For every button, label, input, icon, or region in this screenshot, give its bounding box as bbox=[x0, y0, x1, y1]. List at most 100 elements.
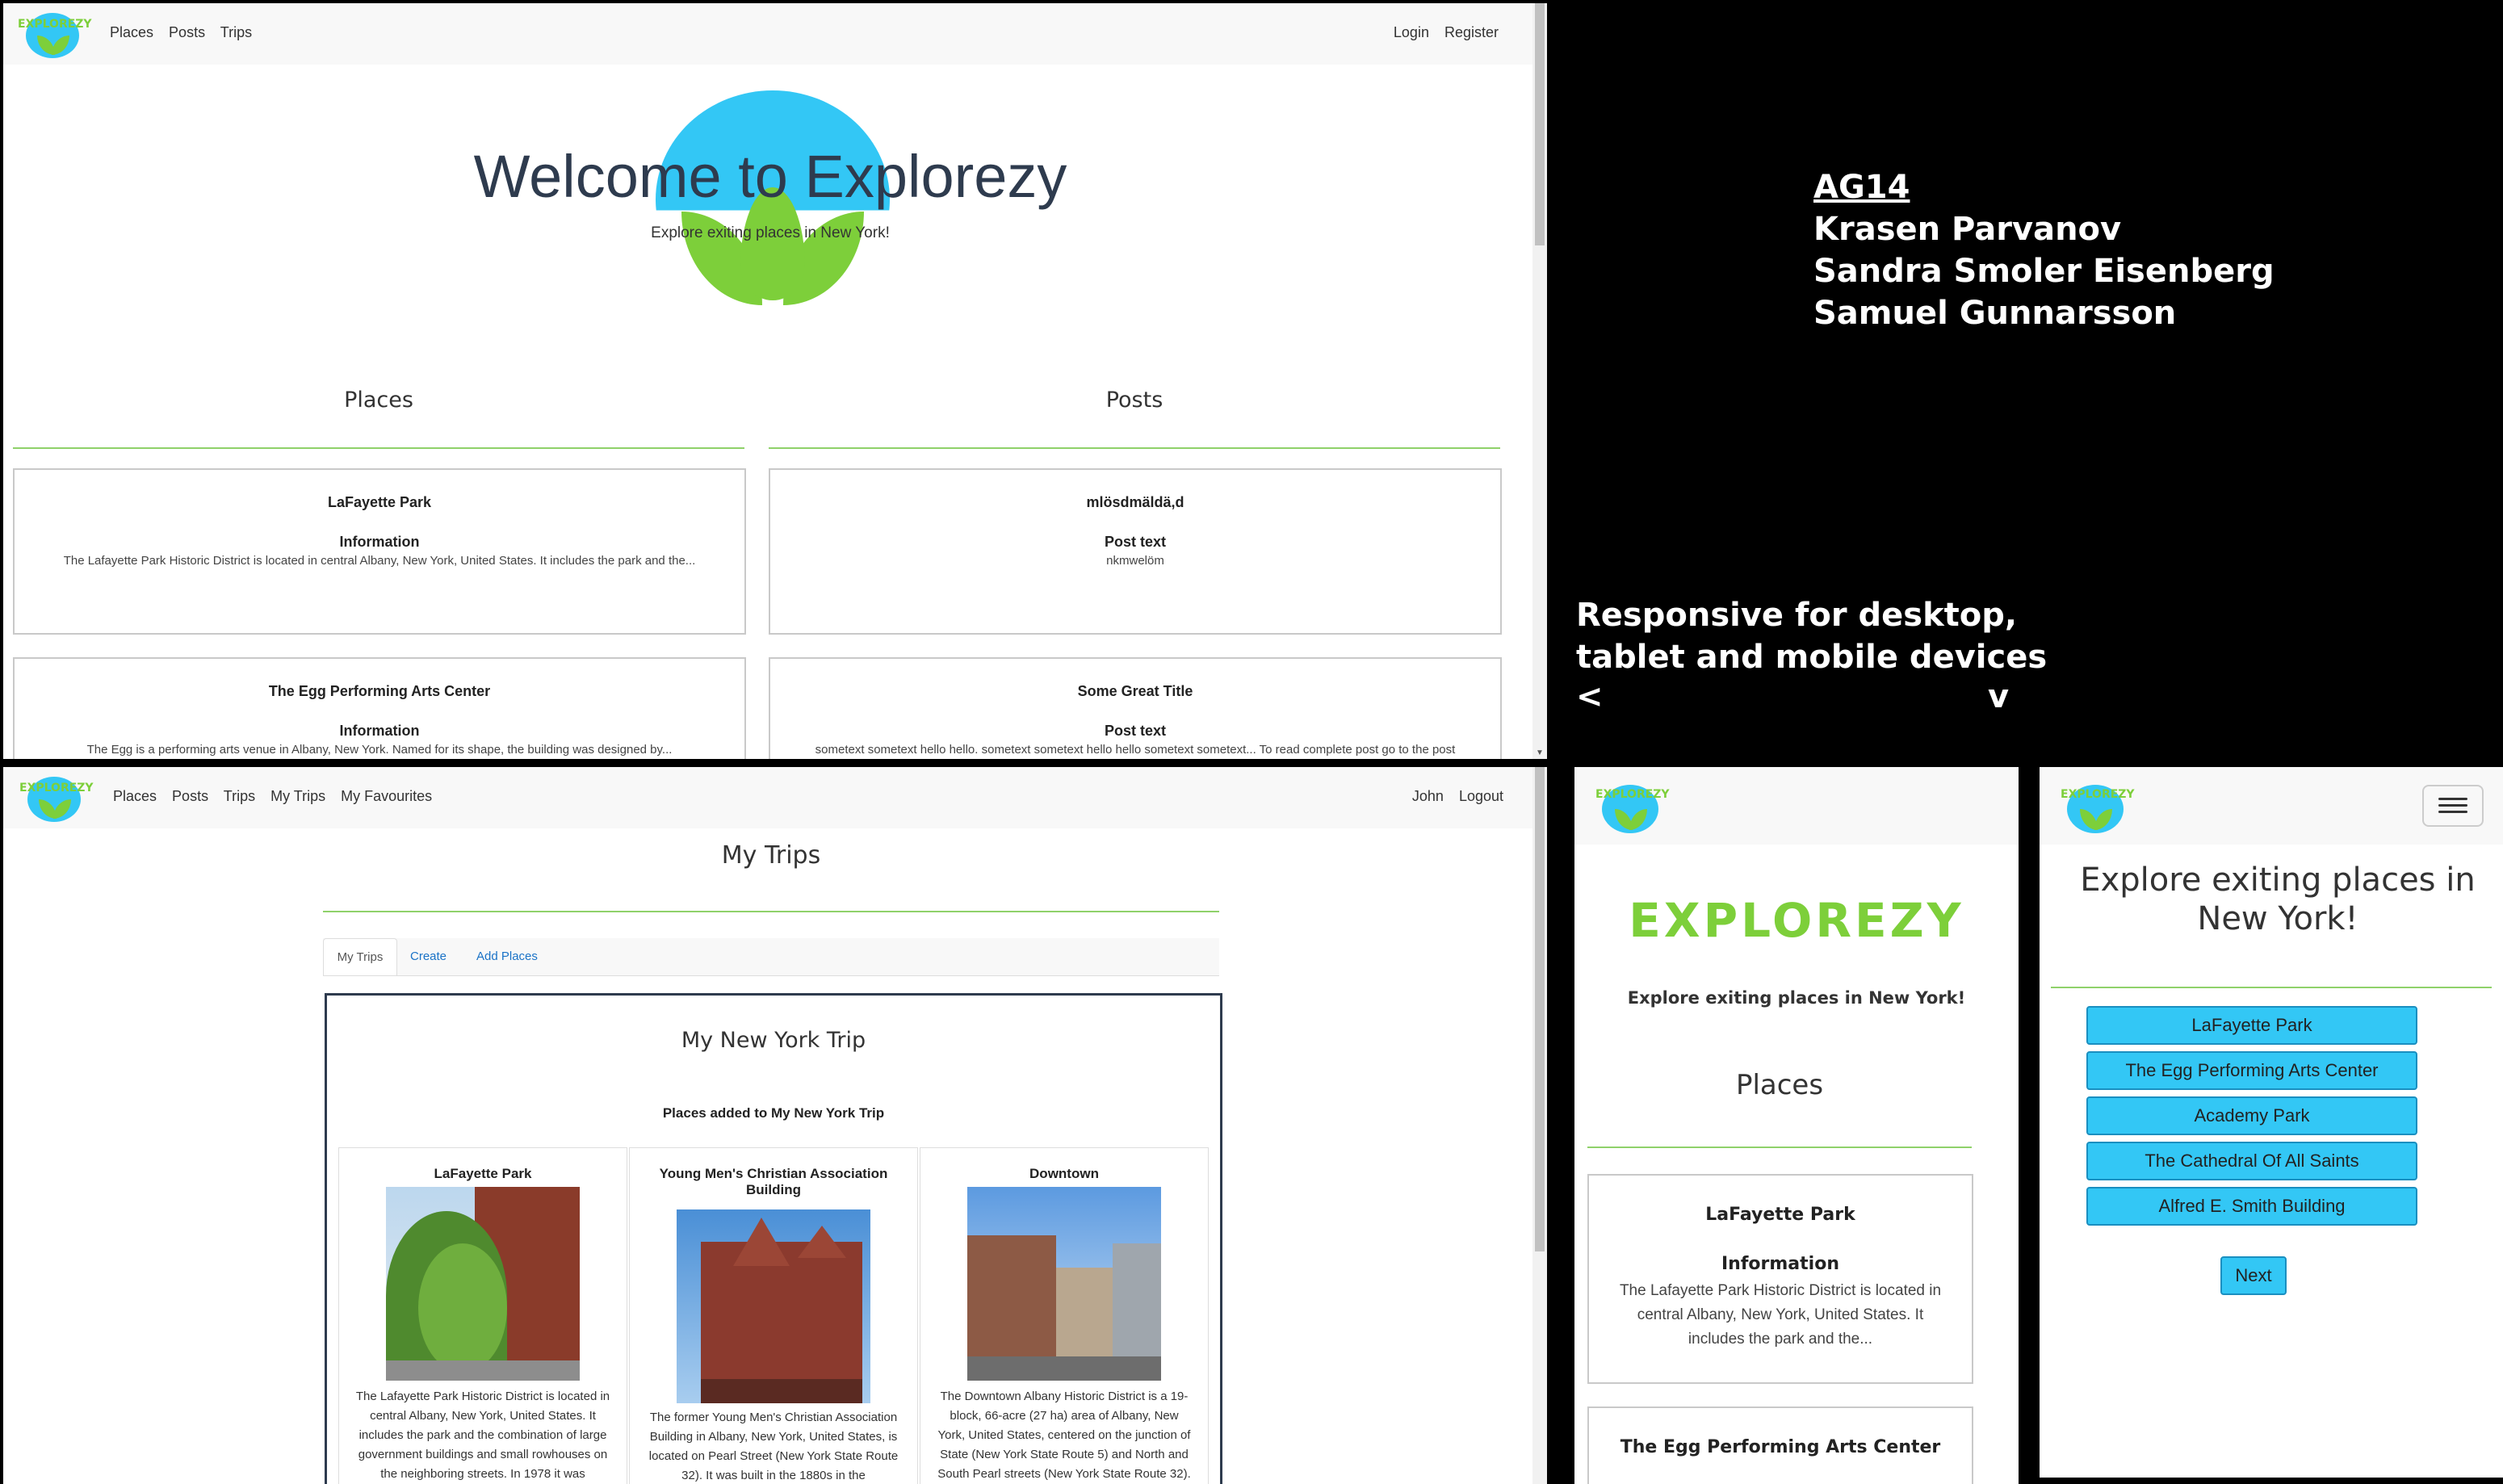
logo-text: EXPLOREZY bbox=[1595, 788, 1670, 801]
place-card[interactable]: The Egg Performing Arts Center bbox=[1587, 1406, 1973, 1484]
card-text: The Lafayette Park Historic District is … bbox=[1619, 1282, 1942, 1348]
trip-place-title: LaFayette Park bbox=[434, 1166, 532, 1181]
card-title: mlösdmäldä,d bbox=[1086, 494, 1184, 510]
card-label: Post text bbox=[1104, 534, 1167, 550]
title-divider bbox=[2051, 987, 2492, 988]
trip-place-card[interactable]: Young Men's Christian Association Buildi… bbox=[629, 1147, 918, 1484]
responsive-line: tablet and mobile devices bbox=[1576, 639, 2048, 676]
scrollbar-thumb[interactable] bbox=[1535, 3, 1545, 245]
card-label: Information bbox=[339, 723, 420, 739]
trip-place-card[interactable]: LaFayette Park The Lafayette Park Histor… bbox=[338, 1147, 627, 1484]
trip-place-title: Young Men's Christian Association Buildi… bbox=[659, 1166, 888, 1197]
group-id: AG14 bbox=[1813, 169, 1910, 206]
card-label: Information bbox=[1721, 1254, 1839, 1274]
desktop-home-panel: EXPLOREZY Places Posts Trips Login Regis… bbox=[3, 3, 1547, 759]
logo[interactable]: EXPLOREZY bbox=[1591, 780, 1671, 836]
nav-links: Places Posts Trips My Trips My Favourite… bbox=[113, 788, 432, 805]
responsive-line: Responsive for desktop, bbox=[1576, 597, 2018, 634]
trip-place-text: The former Young Men's Christian Associa… bbox=[648, 1411, 899, 1482]
card-text: nkmwelöm bbox=[1106, 554, 1164, 568]
trip-place-card[interactable]: Downtown The Downtown Albany Historic Di… bbox=[920, 1147, 1209, 1484]
member-name: Krasen Parvanov bbox=[1813, 211, 2122, 248]
trip-place-text: The Downtown Albany Historic District is… bbox=[937, 1390, 1191, 1481]
place-button[interactable]: The Egg Performing Arts Center bbox=[2086, 1051, 2417, 1090]
member-name: Samuel Gunnarsson bbox=[1813, 295, 2177, 332]
login-link[interactable]: Login bbox=[1394, 24, 1429, 40]
nav-right-links: Login Register bbox=[1394, 24, 1499, 41]
logo-text: EXPLOREZY bbox=[18, 18, 92, 31]
mobile-title: Explore exiting places in New York! bbox=[2080, 861, 2476, 937]
places-divider bbox=[1587, 1147, 1972, 1148]
nav-link-my-trips[interactable]: My Trips bbox=[270, 788, 325, 804]
credits: AG14 Krasen Parvanov Sandra Smoler Eisen… bbox=[1813, 166, 2275, 334]
scrollbar-thumb[interactable] bbox=[1535, 767, 1545, 1251]
arrow-left-icon: < bbox=[1576, 678, 1604, 715]
posts-heading: Posts bbox=[1105, 388, 1163, 413]
place-photo bbox=[677, 1209, 870, 1403]
place-button[interactable]: Academy Park bbox=[2086, 1096, 2417, 1135]
places-divider bbox=[13, 447, 744, 449]
post-card[interactable]: Some Great Title Post text sometext some… bbox=[769, 657, 1502, 759]
place-card[interactable]: LaFayette Park Information The Lafayette… bbox=[13, 468, 746, 635]
register-link[interactable]: Register bbox=[1444, 24, 1499, 40]
card-text: sometext sometext hello hello. sometext … bbox=[815, 743, 1456, 757]
card-title: LaFayette Park bbox=[327, 494, 432, 510]
navbar: EXPLOREZY bbox=[2040, 767, 2503, 845]
place-button[interactable]: Alfred E. Smith Building bbox=[2086, 1187, 2417, 1226]
scrollbar[interactable]: ▼ bbox=[1532, 3, 1547, 759]
brand-subtitle: Explore exiting places in New York! bbox=[1627, 988, 1966, 1008]
hero-subtitle: Explore exiting places in New York! bbox=[651, 224, 890, 241]
place-button[interactable]: LaFayette Park bbox=[2086, 1006, 2417, 1045]
scroll-down-arrow-icon[interactable]: ▼ bbox=[1536, 748, 1544, 757]
navbar: EXPLOREZY Places Posts Trips My Trips My… bbox=[3, 767, 1547, 828]
nav-link-trips[interactable]: Trips bbox=[224, 788, 255, 804]
tab-create[interactable]: Create bbox=[410, 938, 447, 975]
tab-add-places[interactable]: Add Places bbox=[476, 938, 538, 975]
card-title: The Egg Performing Arts Center bbox=[268, 683, 491, 699]
trip-place-title: Downtown bbox=[1029, 1166, 1099, 1181]
place-card[interactable]: LaFayette Park Information The Lafayette… bbox=[1587, 1174, 1973, 1384]
logo-text: EXPLOREZY bbox=[2061, 788, 2135, 801]
responsive-note: Responsive for desktop, tablet and mobil… bbox=[1576, 594, 2047, 678]
places-heading: Places bbox=[1735, 1069, 1824, 1101]
place-photo bbox=[967, 1187, 1161, 1381]
nav-link-my-favourites[interactable]: My Favourites bbox=[341, 788, 432, 804]
user-link[interactable]: John bbox=[1412, 788, 1444, 804]
card-title: Some Great Title bbox=[1077, 683, 1193, 699]
logo[interactable]: EXPLOREZY bbox=[19, 775, 94, 824]
places-heading: Places bbox=[344, 388, 413, 413]
scrollbar[interactable] bbox=[1532, 767, 1547, 1484]
post-card[interactable]: mlösdmäldä,d Post text nkmwelöm bbox=[769, 468, 1502, 635]
nav-link-places[interactable]: Places bbox=[110, 24, 153, 40]
navbar: EXPLOREZY Places Posts Trips Login Regis… bbox=[3, 3, 1547, 65]
card-text: The Egg is a performing arts venue in Al… bbox=[86, 743, 673, 757]
mobile-panel: EXPLOREZY Explore exiting places in New … bbox=[2040, 767, 2503, 1478]
nav-right-links: John Logout bbox=[1412, 788, 1503, 805]
next-button[interactable]: Next bbox=[2220, 1256, 2287, 1295]
nav-link-posts[interactable]: Posts bbox=[169, 24, 205, 40]
logo[interactable]: EXPLOREZY bbox=[18, 11, 92, 60]
card-title: The Egg Performing Arts Center bbox=[1620, 1437, 1941, 1457]
brand-title: EXPLOREZY bbox=[1629, 893, 1964, 948]
place-photo bbox=[386, 1187, 580, 1381]
card-text: The Lafayette Park Historic District is … bbox=[63, 554, 696, 568]
member-name: Sandra Smoler Eisenberg bbox=[1813, 253, 2275, 290]
tab-my-trips[interactable]: My Trips bbox=[323, 938, 397, 975]
trip-box: My New York Trip Places added to My New … bbox=[325, 993, 1222, 1484]
logo[interactable]: EXPLOREZY bbox=[2056, 780, 2136, 836]
page-title: My Trips bbox=[721, 841, 821, 870]
hamburger-menu-icon[interactable] bbox=[2422, 785, 2484, 827]
nav-link-places[interactable]: Places bbox=[113, 788, 157, 804]
nav-link-trips[interactable]: Trips bbox=[220, 24, 252, 40]
logo-text: EXPLOREZY bbox=[19, 782, 94, 794]
logout-link[interactable]: Logout bbox=[1459, 788, 1503, 804]
card-title: LaFayette Park bbox=[1705, 1205, 1855, 1225]
place-button[interactable]: The Cathedral Of All Saints bbox=[2086, 1142, 2417, 1180]
card-label: Post text bbox=[1104, 723, 1167, 739]
desktop-trips-panel: EXPLOREZY Places Posts Trips My Trips My… bbox=[3, 767, 1547, 1484]
place-card[interactable]: The Egg Performing Arts Center Informati… bbox=[13, 657, 746, 759]
trip-place-text: The Lafayette Park Historic District is … bbox=[355, 1390, 610, 1481]
tab-bar: My Trips Create Add Places bbox=[323, 938, 1219, 976]
nav-link-posts[interactable]: Posts bbox=[172, 788, 208, 804]
arrow-down-icon: v bbox=[1988, 678, 2010, 715]
